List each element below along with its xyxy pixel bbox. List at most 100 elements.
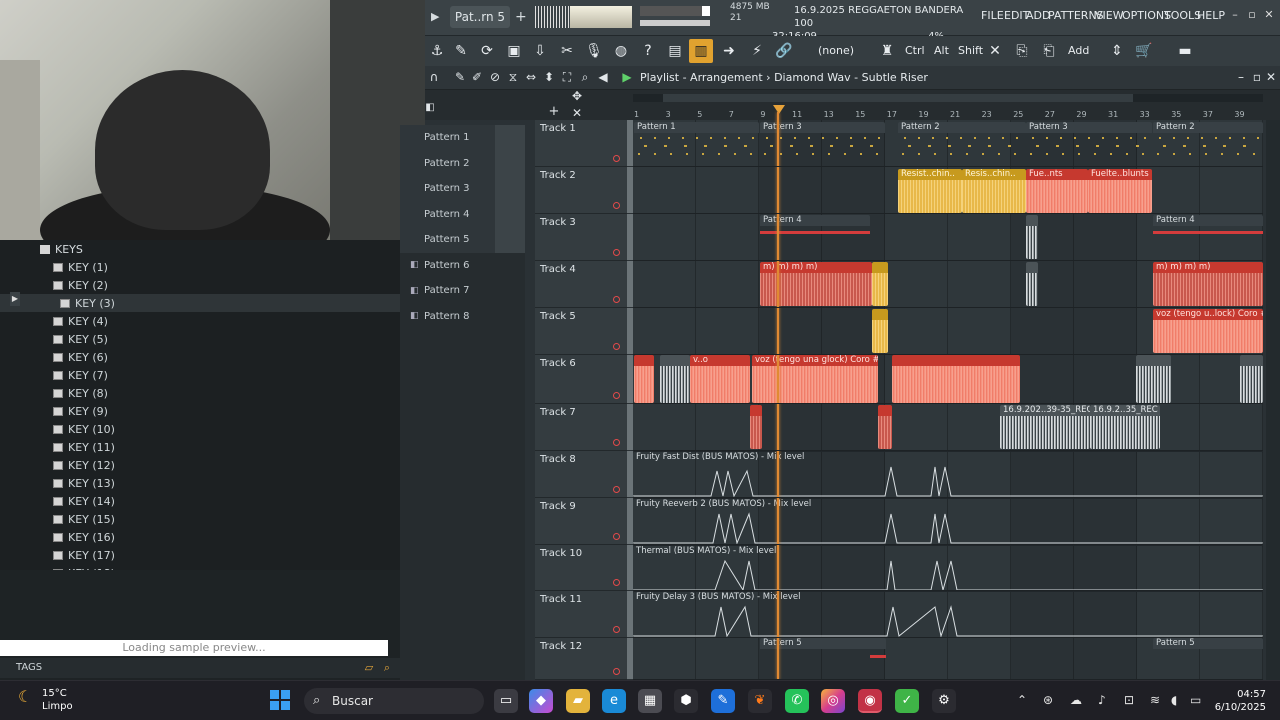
audio-clip[interactable]: voz (tengo u..lock) Coro #2	[1153, 309, 1263, 353]
paste-icon[interactable]: ⎗	[1037, 39, 1061, 63]
browser-item[interactable]: KEY (10)	[0, 420, 400, 438]
pattern-clip[interactable]: Pattern 5	[1153, 638, 1263, 678]
pitch-slider[interactable]	[640, 20, 710, 26]
pattern-selector[interactable]: Pat..rn 5	[450, 6, 510, 28]
audio-clip[interactable]	[878, 405, 892, 449]
browser-item[interactable]: KEY (3)	[0, 294, 400, 312]
whatsapp-icon[interactable]: ✆	[785, 689, 809, 713]
minimize-icon[interactable]: –	[1234, 70, 1248, 84]
cart-icon[interactable]: 🛒	[1132, 39, 1156, 63]
horizontal-scrollbar[interactable]	[633, 94, 1263, 102]
browser-item[interactable]: KEY (11)	[0, 438, 400, 456]
audio-clip[interactable]: 16.9.2..35_REC	[1090, 405, 1160, 449]
track-header[interactable]: Track 3	[535, 214, 633, 261]
track-header[interactable]: Track 7	[535, 404, 633, 451]
browser-item[interactable]: KEY (4)	[0, 312, 400, 330]
audio-clip[interactable]	[1240, 355, 1263, 403]
audio-clip[interactable]: v..o	[690, 355, 750, 403]
audio-clip[interactable]	[872, 262, 888, 306]
automation-clip[interactable]: Fruity Delay 3 (BUS MATOS) - Mix level	[633, 591, 1263, 637]
mute-icon[interactable]: ⧖	[506, 70, 520, 85]
wifi-icon[interactable]: ≋	[1150, 693, 1160, 707]
volume-slider[interactable]	[640, 6, 710, 16]
add-label[interactable]: Add	[1068, 44, 1089, 57]
app-icon[interactable]: ⬢	[674, 689, 698, 713]
split-icon[interactable]: ⇕	[1105, 39, 1129, 63]
browser-item[interactable]: KEY (2)	[0, 276, 400, 294]
track-header[interactable]: Track 8	[535, 451, 633, 498]
audio-clip[interactable]: m) m) m) m)	[1153, 262, 1263, 306]
audio-clip[interactable]: Fue..nts	[1026, 169, 1088, 213]
select-icon[interactable]: ⛶	[560, 70, 574, 85]
pattern-item[interactable]: Pattern 3	[400, 176, 525, 202]
app-green-icon[interactable]: ✓	[895, 689, 919, 713]
browser-item[interactable]: KEY (16)	[0, 528, 400, 546]
playhead-marker[interactable]	[773, 105, 785, 114]
task-view-icon[interactable]: ▭	[494, 689, 518, 713]
audio-clip[interactable]	[750, 405, 762, 449]
none-label[interactable]: (none)	[818, 44, 854, 57]
edge-icon[interactable]: e	[602, 689, 626, 713]
menu-add[interactable]: ADD	[1026, 9, 1050, 22]
menu-help[interactable]: HELP	[1197, 9, 1225, 22]
browser-item[interactable]: KEY (18)	[0, 564, 400, 570]
audio-clip[interactable]	[872, 309, 888, 353]
automation-clip[interactable]: Fruity Fast Dist (BUS MATOS) - Mix level	[633, 451, 1263, 497]
folder-icon[interactable]: ▱	[362, 661, 376, 675]
browser-tree[interactable]: KEYS KEY (1) KEY (2) KEY (3) KEY (4) KEY (5)…	[0, 240, 400, 570]
track-record-icon[interactable]	[613, 155, 620, 162]
audio-clip[interactable]	[660, 355, 690, 403]
expand-arrow-icon[interactable]: ▶	[10, 292, 20, 306]
audio-clip[interactable]: Resis..chin..	[962, 169, 1026, 213]
settings-icon[interactable]: ⚙	[932, 689, 956, 713]
pattern-clip[interactable]: Pattern 1	[634, 122, 759, 166]
track-record-icon[interactable]	[613, 486, 620, 493]
move-icon[interactable]: ✥	[570, 89, 584, 103]
browser-item[interactable]: KEY (8)	[0, 384, 400, 402]
bluetooth-icon[interactable]: ⊛	[1043, 693, 1053, 707]
chevron-up-icon[interactable]: ⌃	[1017, 693, 1027, 707]
pattern-item[interactable]: Pattern 1	[400, 125, 525, 151]
audio-clip[interactable]	[1026, 215, 1038, 259]
track-record-icon[interactable]	[613, 626, 620, 633]
track-header[interactable]: Track 12	[535, 638, 633, 680]
track-record-icon[interactable]	[613, 439, 620, 446]
copilot-icon[interactable]: ◆	[529, 689, 553, 713]
network-icon[interactable]: ⊡	[1124, 693, 1134, 707]
audio-clip[interactable]	[634, 355, 654, 403]
alt-key[interactable]: Alt	[934, 44, 949, 57]
pattern-item[interactable]: Pattern 5	[400, 227, 525, 253]
cloud-icon[interactable]: ☁	[1070, 693, 1082, 707]
pattern-clip[interactable]: Pattern 4	[1153, 215, 1263, 259]
play-icon[interactable]: ▶	[431, 4, 439, 30]
track-record-icon[interactable]	[613, 343, 620, 350]
automation-clip[interactable]: Thermal (BUS MATOS) - Mix level	[633, 545, 1263, 591]
browser-item[interactable]: KEY (1)	[0, 258, 400, 276]
save-icon[interactable]: ▣	[502, 39, 526, 63]
pattern-item[interactable]: ◧ Pattern 7	[400, 278, 525, 304]
browser-item[interactable]: KEY (12)	[0, 456, 400, 474]
browser-item[interactable]: KEY (17)	[0, 546, 400, 564]
arrow-right-icon[interactable]: ➜	[717, 39, 741, 63]
channel-rack-icon[interactable]: ▥	[689, 39, 713, 63]
track-header[interactable]: Track 9	[535, 498, 633, 545]
browser-item[interactable]: KEY (14)	[0, 492, 400, 510]
track-header[interactable]: Track 1	[535, 120, 633, 167]
menu-file[interactable]: FILE	[981, 9, 1004, 22]
pattern-clip[interactable]: Pattern 2	[898, 122, 1026, 166]
close-track-icon[interactable]: ✕	[570, 106, 584, 120]
maximize-icon[interactable]: ▫	[1250, 70, 1264, 84]
track-header[interactable]: Track 11	[535, 591, 633, 638]
slip-icon[interactable]: ⇔	[524, 70, 538, 84]
pattern-item[interactable]: Pattern 4	[400, 201, 525, 227]
pattern-item[interactable]: ◧ Pattern 8	[400, 304, 525, 330]
track-record-icon[interactable]	[613, 202, 620, 209]
automation-clip[interactable]: Fruity Reeverb 2 (BUS MATOS) - Mix level	[633, 498, 1263, 544]
add-track-icon[interactable]: +	[547, 104, 561, 119]
paint-icon[interactable]: ✐	[470, 70, 484, 84]
taskbar-clock[interactable]: 04:57 6/10/2025	[1214, 688, 1266, 714]
minimize-icon[interactable]: –	[1228, 8, 1242, 22]
cut-icon[interactable]: ✕	[983, 39, 1007, 63]
audio-clip[interactable]: voz (tengo una glock) Coro #2	[752, 355, 878, 403]
pattern-clip[interactable]: Pattern 2	[1153, 122, 1263, 166]
